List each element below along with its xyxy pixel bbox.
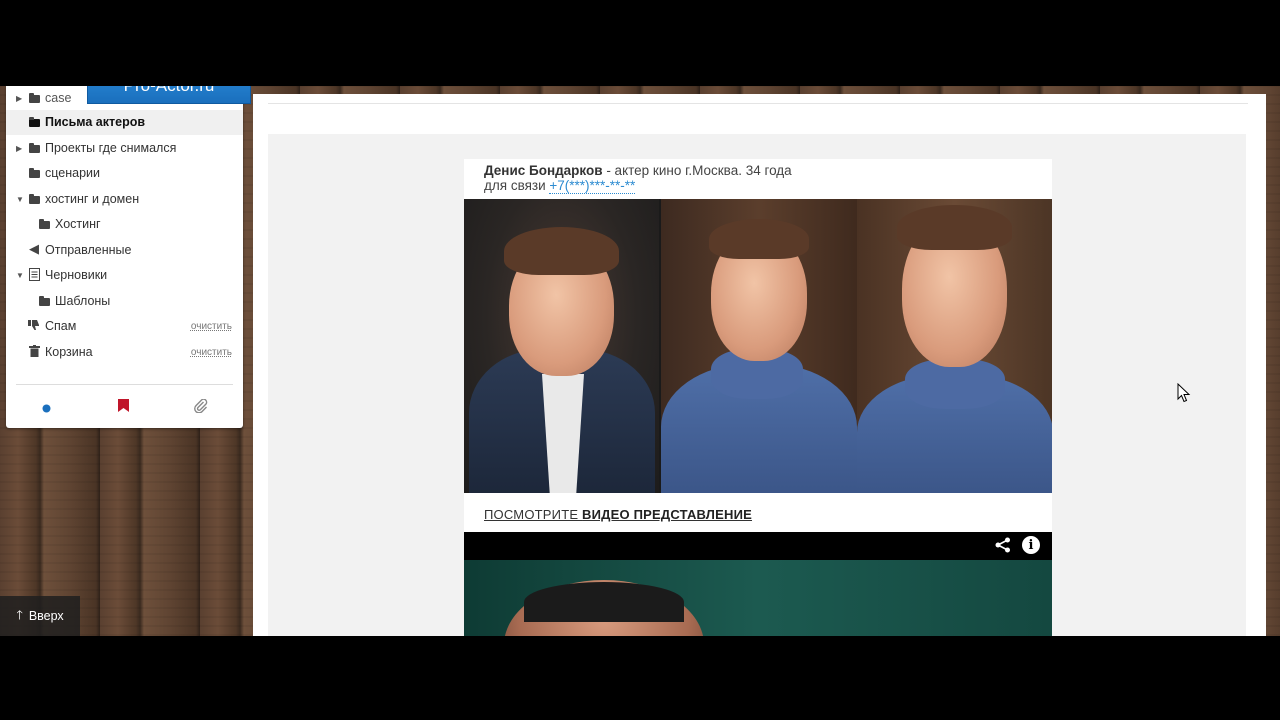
draft-icon	[28, 267, 40, 281]
video-presentation-link[interactable]: ПОСМОТРИТЕ ВИДЕО ПРЕДСТАВЛЕНИЕ	[484, 507, 752, 522]
sidebar-item-hosting-domain[interactable]: ▼ хостинг и домен	[6, 187, 243, 212]
sidebar-item-label: Хостинг	[55, 217, 101, 231]
sidebar-item-label: Письма актеров	[45, 115, 146, 129]
folder-icon	[38, 296, 50, 307]
folder-icon	[28, 93, 40, 104]
sidebar-item-sent[interactable]: ◀ Отправленные	[6, 238, 243, 263]
sidebar-item-templates[interactable]: Шаблоны	[6, 289, 243, 314]
scroll-up-button[interactable]: 🡑 Вверх	[0, 596, 80, 636]
caret-right-icon[interactable]: ▶	[16, 94, 22, 103]
contact-label: для связи	[484, 178, 550, 193]
pane-divider	[268, 103, 1248, 104]
sidebar-item-label: Проекты где снимался	[45, 141, 177, 155]
sidebar-item-label: Отправленные	[45, 243, 132, 257]
video-controls: i	[994, 536, 1040, 554]
letter-header: Денис Бондарков - актер кино г.Москва. 3…	[484, 163, 792, 194]
trash-icon	[28, 345, 40, 357]
caret-down-icon[interactable]: ▼	[16, 195, 24, 204]
actor-description: - актер кино г.Москва. 34 года	[602, 163, 792, 178]
folder-icon	[28, 143, 40, 154]
sidebar-item-label: Спам	[45, 319, 77, 333]
message-pane: Денис Бондарков - актер кино г.Москва. 3…	[253, 94, 1266, 636]
sidebar-item-projects[interactable]: ▶ Проекты где снимался	[6, 136, 243, 161]
clear-spam-link[interactable]: очистить	[191, 321, 232, 332]
arrow-up-icon: 🡑	[16, 607, 23, 622]
folder-icon	[38, 219, 50, 230]
screen: ▶ case Письма актеров ▶ Проекты где сним…	[0, 86, 1280, 636]
sidebar-item-label: Корзина	[45, 345, 93, 359]
info-icon[interactable]: i	[1022, 536, 1040, 554]
caret-right-icon[interactable]: ▶	[16, 144, 22, 153]
sidebar-item-drafts[interactable]: ▼ Черновики	[6, 263, 243, 288]
sidebar-item-scripts[interactable]: сценарии	[6, 161, 243, 186]
folder-icon	[28, 194, 40, 205]
video-frame	[464, 560, 1052, 636]
reply-icon: ◀	[29, 241, 39, 256]
sidebar-item-label: Черновики	[45, 268, 108, 282]
caret-down-icon[interactable]: ▼	[16, 271, 24, 280]
folder-icon	[28, 168, 40, 179]
sidebar-item-spam[interactable]: Спам очистить	[6, 314, 243, 339]
sidebar-item-actor-letters[interactable]: Письма актеров	[6, 110, 243, 135]
sidebar-item-label: сценарии	[45, 166, 100, 180]
clear-trash-link[interactable]: очистить	[191, 347, 232, 358]
unread-dot-icon[interactable]	[42, 402, 51, 416]
mouse-cursor-icon	[1177, 383, 1191, 403]
sidebar-item-label: хостинг и домен	[45, 192, 140, 206]
headshot-gallery	[464, 199, 1052, 493]
share-icon[interactable]	[994, 536, 1012, 554]
brand-logo[interactable]: Pro-Actor.ru	[87, 86, 251, 104]
video-link-prefix: ПОСМОТРИТЕ	[484, 507, 583, 522]
bookmark-icon[interactable]	[118, 399, 129, 415]
email-letter: Денис Бондарков - актер кино г.Москва. 3…	[464, 159, 1052, 636]
scroll-up-label: Вверх	[28, 609, 64, 623]
sidebar-item-label: Шаблоны	[55, 294, 111, 308]
paperclip-icon[interactable]	[194, 398, 208, 416]
folder-icon	[28, 117, 40, 128]
phone-link[interactable]: +7(***)***-**-**	[549, 178, 636, 194]
sidebar-divider	[16, 384, 233, 385]
video-link-bold: ВИДЕО ПРЕДСТАВЛЕНИЕ	[582, 507, 753, 522]
headshot-photo	[464, 199, 660, 493]
headshot-photo	[659, 199, 857, 493]
thumbs-down-icon	[28, 320, 40, 330]
sidebar-item-trash[interactable]: Корзина очистить	[6, 340, 243, 365]
video-player[interactable]: i	[464, 532, 1052, 636]
actor-name: Денис Бондарков	[484, 163, 603, 178]
headshot-photo	[856, 199, 1052, 493]
sidebar-item-hosting[interactable]: Хостинг	[6, 212, 243, 237]
sidebar-item-label: case	[45, 91, 72, 105]
folder-sidebar: ▶ case Письма актеров ▶ Проекты где сним…	[6, 86, 243, 428]
